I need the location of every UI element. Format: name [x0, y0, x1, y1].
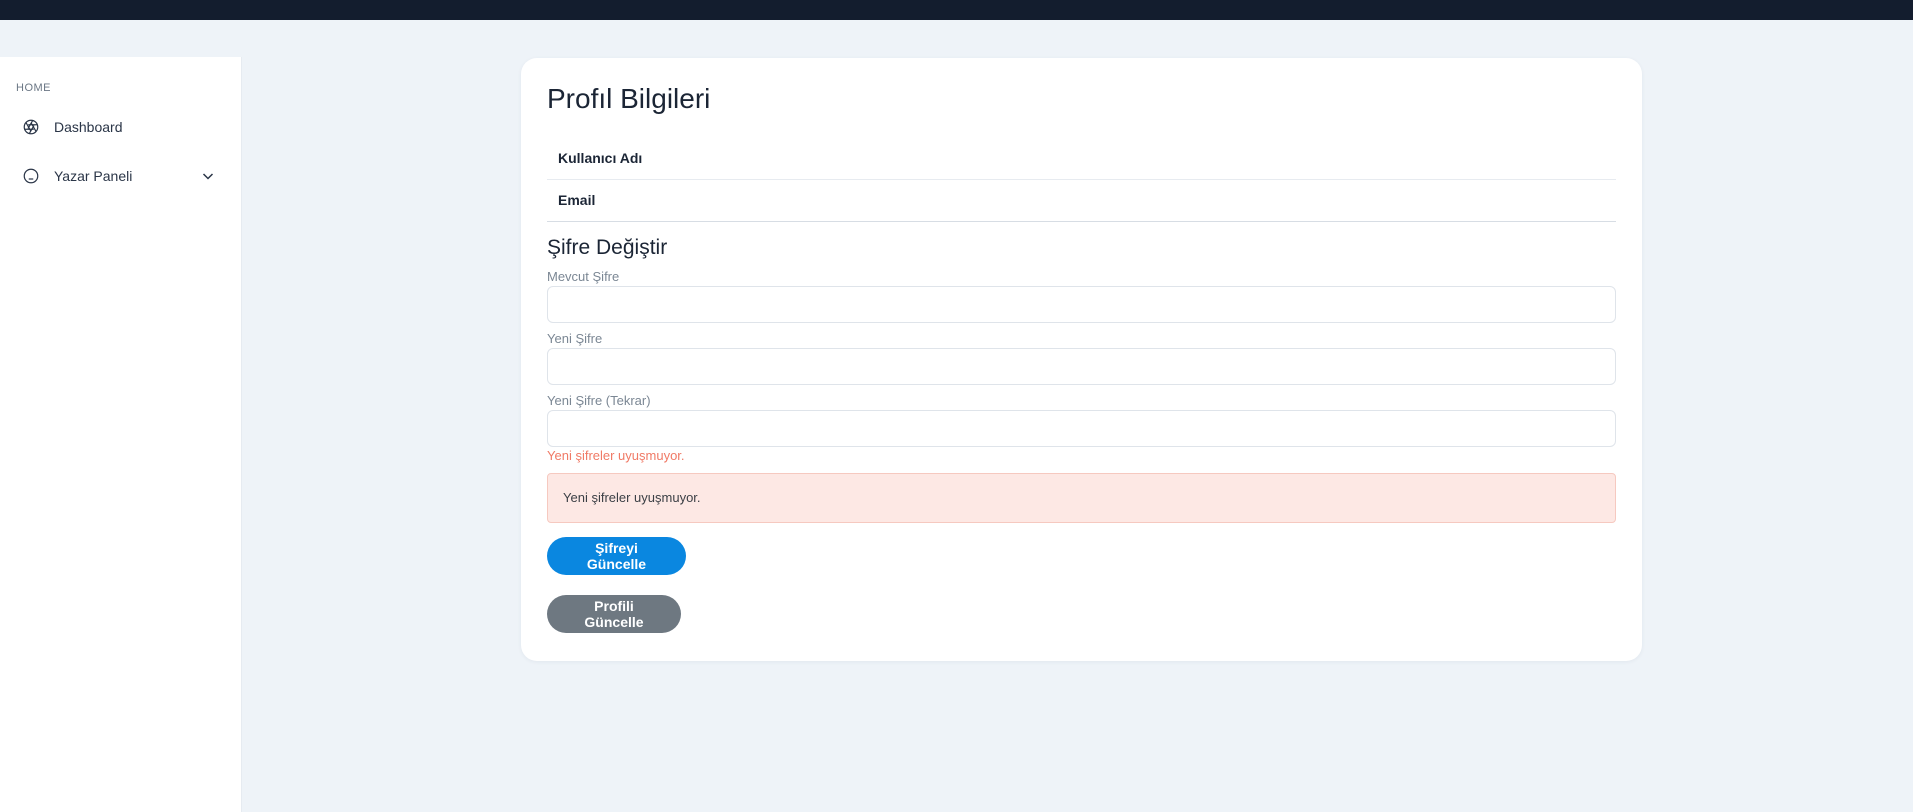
change-password-title: Şifre Değiştir: [547, 236, 668, 259]
current-password-label: Mevcut Şifre: [547, 269, 620, 284]
aperture-icon: [20, 116, 42, 138]
profile-card: Profıl Bilgileri Kullanıcı Adı Email Şif…: [521, 58, 1642, 661]
error-alert: Yeni şifreler uyuşmuyor.: [547, 473, 1616, 523]
sidebar-item-label: Yazar Paneli: [54, 168, 133, 184]
new-password-label: Yeni Şifre: [547, 331, 603, 346]
sidebar: HOME Dashboard Yazar Paneli: [0, 57, 242, 812]
profile-title: Profıl Bilgileri: [547, 83, 711, 114]
new-password-input[interactable]: [547, 348, 1616, 385]
sidebar-item-dashboard[interactable]: Dashboard: [12, 108, 230, 146]
sidebar-item-yazar-paneli[interactable]: Yazar Paneli: [12, 157, 230, 195]
update-profile-button[interactable]: Profili Güncelle: [547, 595, 681, 633]
repeat-password-input[interactable]: [547, 410, 1616, 447]
sidebar-item-label: Dashboard: [54, 119, 123, 135]
current-password-input[interactable]: [547, 286, 1616, 323]
top-header-bar: [0, 0, 1913, 20]
error-alert-text: Yeni şifreler uyuşmuyor.: [563, 490, 701, 505]
smile-face-icon: [20, 165, 42, 187]
username-row: Kullanıcı Adı: [547, 138, 1616, 180]
email-row: Email: [547, 180, 1616, 222]
email-label: Email: [558, 192, 596, 208]
username-label: Kullanıcı Adı: [558, 150, 643, 166]
password-mismatch-error: Yeni şifreler uyuşmuyor.: [547, 448, 685, 463]
sidebar-section-label: HOME: [16, 82, 51, 94]
chevron-down-icon[interactable]: [200, 168, 216, 184]
repeat-password-label: Yeni Şifre (Tekrar): [547, 393, 651, 408]
update-password-button[interactable]: Şifreyi Güncelle: [547, 537, 686, 575]
section-divider: [547, 221, 1616, 222]
